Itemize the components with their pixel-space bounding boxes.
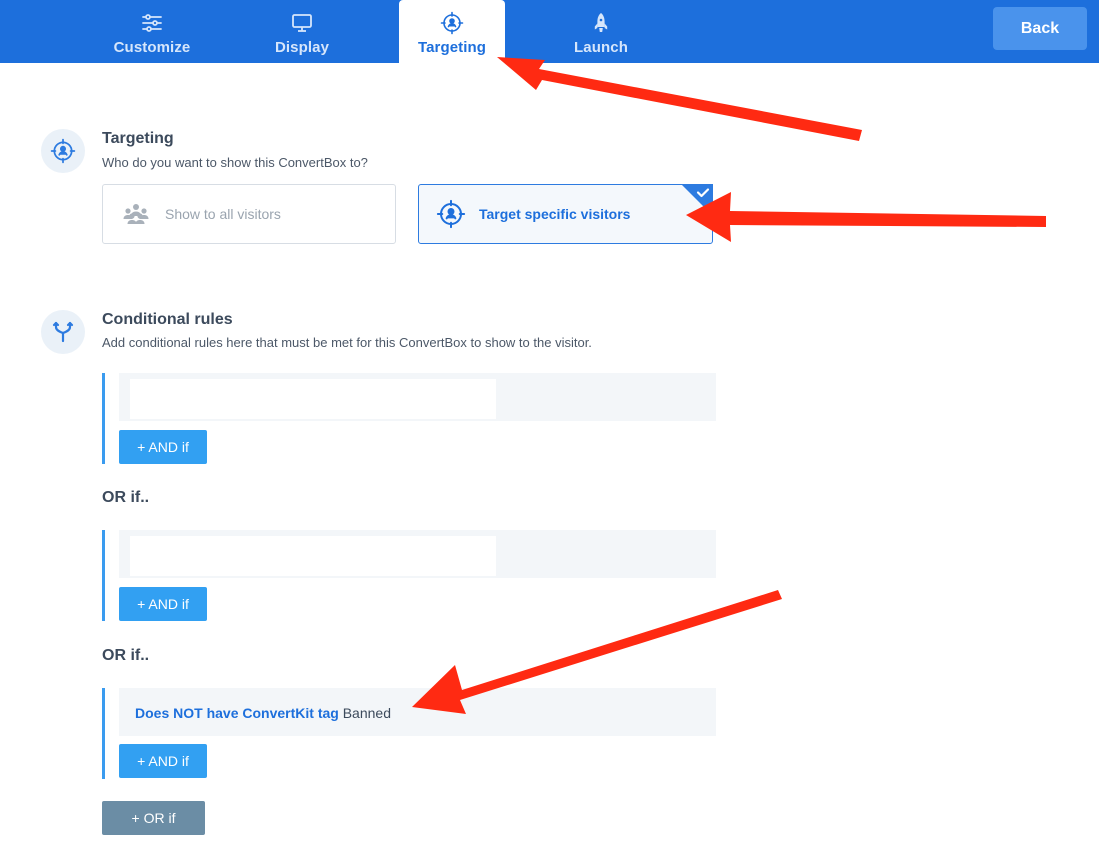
tab-targeting[interactable]: Targeting bbox=[399, 0, 505, 63]
annotation-arrow bbox=[497, 57, 862, 141]
or-separator-label: OR if.. bbox=[102, 489, 150, 506]
targeting-title: Targeting bbox=[102, 130, 174, 147]
conditional-rules-description: Add conditional rules here that must be … bbox=[102, 335, 592, 350]
back-button[interactable]: Back bbox=[993, 7, 1087, 50]
top-nav-bar: Customize Display Targeting Launch Back bbox=[0, 0, 1099, 63]
rule-group-2: + AND if bbox=[102, 530, 716, 621]
branch-icon bbox=[52, 321, 74, 343]
target-specific-visitors-label: Target specific visitors bbox=[479, 206, 631, 222]
tab-display[interactable]: Display bbox=[249, 0, 355, 63]
selected-check-icon bbox=[681, 184, 713, 216]
group-users-icon bbox=[123, 204, 149, 224]
targeting-section-icon bbox=[41, 129, 85, 173]
tab-launch[interactable]: Launch bbox=[548, 0, 654, 63]
rule-row[interactable]: Does NOT have ConvertKit tag Banned bbox=[119, 688, 716, 736]
tab-targeting-label: Targeting bbox=[417, 39, 487, 56]
target-user-icon bbox=[50, 138, 76, 164]
rule-summary: Does NOT have ConvertKit tag Banned bbox=[135, 705, 391, 721]
rule-condition-select[interactable] bbox=[130, 379, 496, 419]
tab-customize-label: Customize bbox=[113, 39, 191, 56]
monitor-icon bbox=[292, 14, 312, 32]
add-and-condition-button[interactable]: + AND if bbox=[119, 744, 207, 778]
add-or-condition-button[interactable]: + OR if bbox=[102, 801, 205, 835]
tab-customize[interactable]: Customize bbox=[99, 0, 205, 63]
show-all-visitors-option[interactable]: Show to all visitors bbox=[102, 184, 396, 244]
tab-launch-label: Launch bbox=[574, 39, 628, 56]
or-separator-label: OR if.. bbox=[102, 647, 150, 664]
rule-value-text: Banned bbox=[342, 705, 391, 721]
rule-condition-text: Does NOT have ConvertKit tag bbox=[135, 705, 339, 721]
tab-display-label: Display bbox=[274, 39, 330, 56]
target-specific-visitors-option[interactable]: Target specific visitors bbox=[418, 184, 713, 244]
rule-group-3: Does NOT have ConvertKit tag Banned + AN… bbox=[102, 688, 716, 779]
target-user-icon bbox=[436, 199, 466, 229]
conditional-section-icon bbox=[41, 310, 85, 354]
rule-row bbox=[119, 530, 716, 578]
rule-condition-select[interactable] bbox=[130, 536, 496, 576]
rocket-icon bbox=[594, 13, 608, 32]
show-all-visitors-label: Show to all visitors bbox=[165, 206, 281, 222]
target-user-icon bbox=[440, 11, 464, 35]
conditional-rules-title: Conditional rules bbox=[102, 311, 233, 328]
sliders-icon bbox=[142, 14, 162, 32]
annotation-arrow bbox=[686, 192, 1046, 242]
add-and-condition-button[interactable]: + AND if bbox=[119, 430, 207, 464]
targeting-description: Who do you want to show this ConvertBox … bbox=[102, 155, 368, 170]
rule-row bbox=[119, 373, 716, 421]
rule-group-1: + AND if bbox=[102, 373, 716, 464]
add-and-condition-button[interactable]: + AND if bbox=[119, 587, 207, 621]
